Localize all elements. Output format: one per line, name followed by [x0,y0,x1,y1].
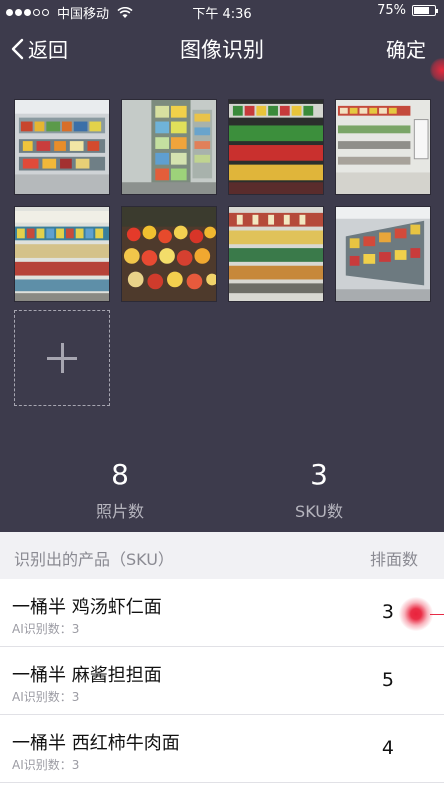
photo-thumbnail[interactable] [14,206,110,302]
add-photo-button[interactable] [14,310,110,406]
product-name: 一桶半 西红柿牛肉面 [12,733,180,754]
top-panel: 中国移动 下午 4:36 75% 返回 图像识别 确定 8 照片数 3 SKU数 [0,0,444,532]
sku-count-value: 3 [310,458,328,491]
battery-icon [412,5,438,16]
photo-image [122,207,216,301]
ai-count: AI识别数：3 [12,690,80,704]
photo-thumbnail[interactable] [335,206,431,302]
nav-bar: 返回 图像识别 确定 [0,22,444,82]
touch-indicator [399,597,433,631]
product-row[interactable]: 一桶半 麻酱担担面 AI识别数：3 5 [0,647,444,715]
photo-count-stat: 8 照片数 [45,458,195,522]
product-row[interactable]: 一桶半 鸡汤虾仁面 AI识别数：3 3 [0,579,444,647]
touch-indicator-line [430,614,444,615]
photo-image [336,207,430,301]
list-header-products: 识别出的产品（SKU） [14,550,174,569]
touch-indicator [430,58,444,82]
photo-image [15,207,109,301]
sku-count-stat: 3 SKU数 [244,458,394,522]
facing-count[interactable]: 3 [382,601,394,623]
product-row[interactable]: 一桶半 西红柿牛肉面 AI识别数：3 4 [0,715,444,783]
photo-thumbnail[interactable] [228,99,324,195]
photo-thumbnail[interactable] [335,99,431,195]
confirm-button[interactable]: 确定 [386,34,426,63]
photo-count-value: 8 [111,458,129,491]
status-bar: 中国移动 下午 4:36 75% [0,0,444,22]
product-name: 一桶半 麻酱担担面 [12,665,162,686]
photo-thumbnail[interactable] [121,206,217,302]
photo-count-label: 照片数 [95,502,144,521]
photo-thumbnail[interactable] [228,206,324,302]
photo-image [229,100,323,194]
plus-icon [47,343,77,373]
ai-count: AI识别数：3 [12,622,80,636]
ai-count: AI识别数：3 [12,758,80,772]
status-right: 75% [377,3,438,18]
product-list-header: 识别出的产品（SKU） 排面数 [0,532,444,579]
photo-thumbnail[interactable] [14,99,110,195]
product-name: 一桶半 鸡汤虾仁面 [12,597,162,618]
facing-count[interactable]: 5 [382,669,394,691]
photo-image [15,100,109,194]
photo-image [336,100,430,194]
facing-count[interactable]: 4 [382,737,394,759]
list-header-facings: 排面数 [369,550,418,569]
photo-thumbnail[interactable] [121,99,217,195]
sku-count-label: SKU数 [295,502,343,521]
photo-image [122,100,216,194]
battery-percent: 75% [377,3,406,18]
page-title: 图像识别 [180,38,264,62]
photo-image [229,207,323,301]
